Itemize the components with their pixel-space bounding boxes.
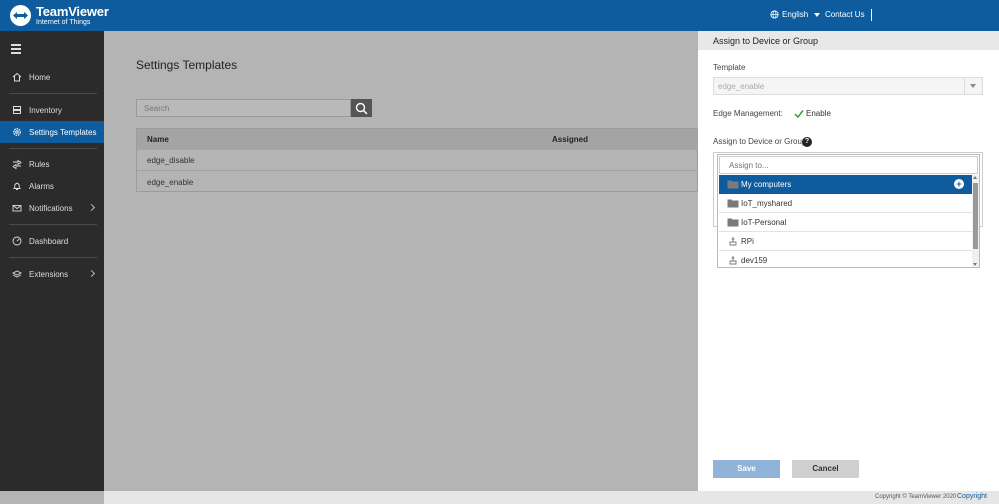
footer: Copyright © TeamViewer 2020 Copyright	[104, 491, 999, 504]
sidebar-item-label: Alarms	[29, 181, 54, 191]
panel-header: Assign to Device or Group	[698, 31, 999, 50]
language-label: English	[782, 10, 809, 19]
contact-us-link[interactable]: Contact Us	[825, 10, 865, 19]
search-button[interactable]	[351, 99, 372, 117]
table-row[interactable]: edge_enable	[137, 172, 699, 193]
globe-icon	[770, 10, 779, 19]
list-item[interactable]: dev159	[719, 251, 972, 270]
sidebar-item-label: Extensions	[29, 269, 69, 279]
sidebar-item-label: Inventory	[29, 105, 62, 115]
sidebar-divider	[9, 257, 97, 258]
template-label: Template	[713, 63, 746, 72]
add-icon[interactable]: +	[954, 179, 964, 189]
header-divider	[871, 9, 872, 21]
sidebar-item-settings-templates[interactable]: Settings Templates	[0, 121, 104, 143]
menu-icon[interactable]	[11, 44, 21, 56]
edge-management-label: Edge Management:	[713, 109, 783, 118]
sidebar-divider	[9, 148, 97, 149]
device-icon	[729, 237, 737, 246]
inventory-icon	[13, 106, 21, 114]
chevron-down-icon	[964, 78, 982, 94]
sidebar: Home Inventory Settings Templates Rules …	[0, 31, 104, 491]
sidebar-divider	[9, 93, 97, 94]
help-icon[interactable]: ?	[802, 137, 812, 147]
sidebar-item-label: Dashboard	[29, 236, 69, 246]
template-select-value: edge_enable	[718, 82, 765, 91]
cancel-button[interactable]: Cancel	[792, 460, 859, 478]
brand-title: TeamViewer	[36, 4, 109, 19]
gear-icon	[13, 128, 21, 136]
save-button[interactable]: Save	[713, 460, 780, 478]
sidebar-item-notifications[interactable]: Notifications	[0, 197, 104, 219]
table-header: Name Assigned	[137, 129, 699, 150]
mail-icon	[12, 205, 22, 212]
search-bar	[136, 99, 372, 117]
top-bar: TeamViewer Internet of Things English Co…	[0, 0, 999, 31]
folder-icon	[727, 199, 739, 208]
templates-table: Name Assigned edge_disable edge_enable	[136, 128, 699, 193]
chevron-right-icon	[87, 203, 96, 212]
folder-icon	[727, 180, 739, 189]
sidebar-item-dashboard[interactable]: Dashboard	[0, 230, 104, 252]
chevron-down-icon	[814, 12, 821, 17]
sidebar-divider	[9, 224, 97, 225]
assign-label: Assign to Device or Group	[713, 137, 807, 146]
column-header-name[interactable]: Name	[147, 135, 169, 144]
template-name: edge_disable	[147, 156, 195, 165]
sidebar-item-rules[interactable]: Rules	[0, 153, 104, 175]
assign-search-input[interactable]	[719, 156, 978, 174]
sidebar-item-label: Notifications	[29, 203, 73, 213]
edge-management-value: Enable	[806, 109, 831, 118]
table-row[interactable]: edge_disable	[137, 150, 699, 171]
teamviewer-logo-icon	[10, 5, 31, 26]
scroll-up-icon[interactable]	[973, 176, 977, 179]
page-title: Settings Templates	[136, 58, 238, 72]
option-label: dev159	[741, 256, 768, 265]
sidebar-item-extensions[interactable]: Extensions	[0, 263, 104, 285]
list-item[interactable]: IoT_myshared	[719, 194, 972, 213]
extensions-icon	[12, 270, 22, 278]
chevron-right-icon	[87, 269, 96, 278]
option-label: My computers	[741, 180, 792, 189]
search-input[interactable]	[136, 99, 351, 117]
scroll-down-icon[interactable]	[973, 263, 977, 266]
rules-icon	[12, 159, 22, 169]
language-selector[interactable]: English	[770, 10, 821, 19]
option-label: IoT-Personal	[741, 218, 787, 227]
sidebar-item-alarms[interactable]: Alarms	[0, 175, 104, 197]
sidebar-item-home[interactable]: Home	[0, 66, 104, 88]
teamviewer-logo[interactable]: TeamViewer Internet of Things	[10, 5, 109, 26]
list-item[interactable]: IoT-Personal	[719, 213, 972, 232]
folder-icon	[727, 218, 739, 227]
dashboard-icon	[12, 236, 22, 246]
list-item[interactable]: My computers +	[719, 175, 972, 194]
scroll-thumb[interactable]	[973, 183, 978, 249]
brand-subtitle: Internet of Things	[36, 19, 91, 26]
template-select[interactable]: edge_enable	[713, 77, 983, 95]
list-item[interactable]: RPi	[719, 232, 972, 251]
template-name: edge_enable	[147, 178, 194, 187]
option-label: RPi	[741, 237, 754, 246]
sidebar-item-label: Rules	[29, 159, 50, 169]
copyright-text: Copyright © TeamViewer 2020	[875, 494, 957, 500]
bell-icon	[13, 182, 21, 190]
checkmark-icon	[794, 110, 804, 119]
assign-dropdown: My computers + IoT_myshared IoT-Personal…	[717, 154, 980, 268]
search-icon	[355, 102, 368, 115]
column-header-assigned[interactable]: Assigned	[552, 135, 588, 144]
option-label: IoT_myshared	[741, 199, 793, 208]
dropdown-scrollbar[interactable]	[972, 175, 979, 267]
panel-title: Assign to Device or Group	[713, 36, 819, 46]
home-icon	[12, 72, 22, 82]
sidebar-item-label: Home	[29, 72, 51, 82]
device-icon	[729, 256, 737, 265]
copyright-link[interactable]: Copyright	[957, 493, 987, 500]
sidebar-item-label: Settings Templates	[29, 127, 97, 137]
sidebar-item-inventory[interactable]: Inventory	[0, 99, 104, 121]
